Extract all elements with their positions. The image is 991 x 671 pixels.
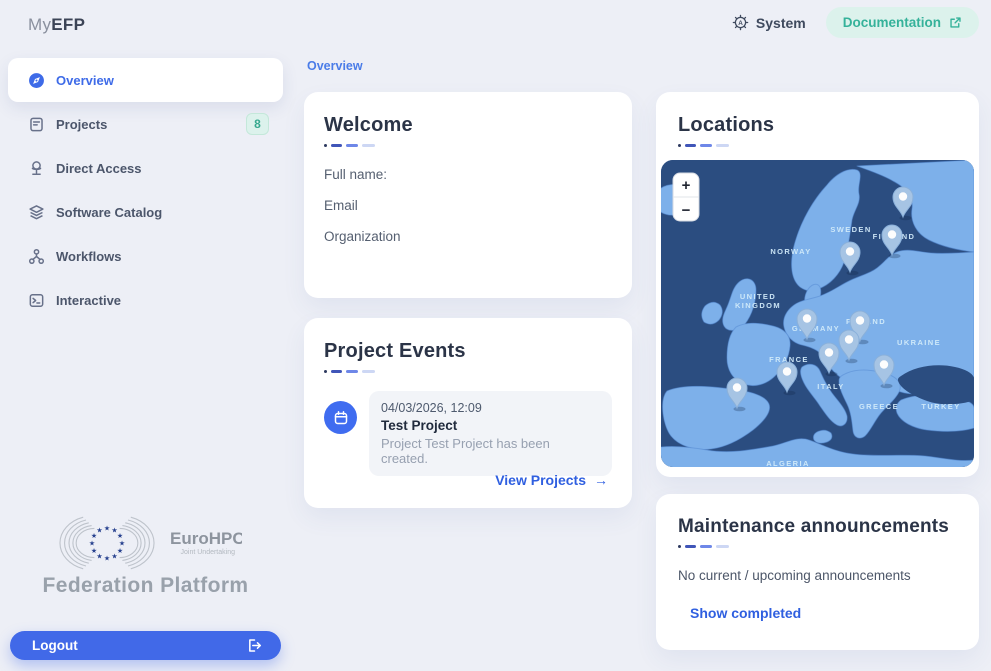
layers-icon	[28, 204, 45, 221]
field-full-name: Full name:	[324, 167, 612, 182]
eurohpc-subtitle: Joint Undertaking	[181, 549, 236, 556]
heading-underline	[324, 144, 612, 147]
show-completed-link[interactable]: Show completed	[690, 605, 801, 621]
map-canvas: SWEDEN NORWAY FINLAND UNITED KINGDOM GER…	[661, 160, 974, 467]
maintenance-card: Maintenance announcements No current / u…	[656, 494, 979, 650]
map-land-sicily	[813, 430, 831, 443]
platform-name: Federation Platform	[0, 574, 291, 598]
svg-text:★: ★	[89, 540, 95, 548]
map-label-greece: GREECE	[859, 402, 899, 411]
logout-label: Logout	[32, 638, 246, 653]
external-link-icon	[949, 16, 962, 29]
arrow-right-icon: →	[594, 472, 608, 488]
star-circle: ★★★ ★★★ ★★★ ★★★	[89, 525, 125, 563]
map-label-ukraine: UKRAINE	[897, 338, 941, 347]
field-organization: Organization	[324, 229, 612, 244]
map-label-kingdom: KINGDOM	[735, 301, 781, 310]
compass-icon	[28, 72, 45, 89]
svg-text:★: ★	[96, 553, 102, 561]
sidebar-item-label: Software Catalog	[56, 205, 162, 220]
map-label-italy: ITALY	[817, 382, 844, 391]
europe-map[interactable]: SWEDEN NORWAY FINLAND UNITED KINGDOM GER…	[661, 160, 974, 467]
terminal-icon	[28, 292, 45, 309]
svg-text:★: ★	[96, 527, 102, 535]
welcome-card: Welcome Full name: Email Organization	[304, 92, 632, 298]
globe-stand-icon	[28, 160, 45, 177]
sidebar-item-label: Workflows	[56, 249, 122, 264]
heading-underline	[678, 545, 959, 548]
locations-title: Locations	[678, 114, 959, 137]
maintenance-empty-message: No current / upcoming announcements	[678, 568, 959, 583]
sidebar-item-label: Interactive	[56, 293, 121, 308]
maintenance-title: Maintenance announcements	[678, 516, 959, 538]
svg-text:★: ★	[91, 547, 97, 555]
event-timestamp: 04/03/2026, 12:09	[381, 401, 600, 415]
svg-text:A: A	[738, 20, 743, 27]
event-description: Project Test Project has been created.	[381, 436, 600, 466]
event-item: 04/03/2026, 12:09 Test Project Project T…	[369, 391, 612, 476]
field-email: Email	[324, 198, 612, 213]
event-project-name: Test Project	[381, 418, 600, 433]
heading-underline	[678, 144, 959, 147]
sidebar-item-label: Overview	[56, 73, 114, 88]
calendar-icon	[324, 401, 357, 434]
breadcrumb[interactable]: Overview	[307, 59, 363, 73]
documentation-label: Documentation	[843, 15, 941, 30]
sidebar-item-software-catalog[interactable]: Software Catalog	[8, 190, 283, 234]
system-label: System	[756, 15, 806, 31]
view-projects-link[interactable]: View Projects →	[495, 472, 608, 488]
map-label-algeria: ALGERIA	[766, 459, 810, 467]
svg-text:★: ★	[104, 555, 110, 563]
map-zoom-control: + −	[673, 173, 699, 221]
document-icon	[28, 116, 45, 133]
myefp-dashboard: MyEFP A System Documentation	[0, 0, 991, 671]
workflow-icon	[28, 248, 45, 265]
eurohpc-wordmark: EuroHPC	[170, 529, 242, 548]
sidebar-item-label: Direct Access	[56, 161, 142, 176]
svg-text:★: ★	[119, 540, 125, 548]
event-row: 04/03/2026, 12:09 Test Project Project T…	[324, 391, 612, 476]
gear-icon: A	[732, 14, 749, 31]
svg-text:★: ★	[104, 525, 110, 533]
welcome-title: Welcome	[324, 114, 612, 137]
svg-text:★: ★	[117, 547, 123, 555]
system-menu-button[interactable]: A System	[732, 14, 806, 31]
projects-count-badge: 8	[246, 113, 269, 135]
svg-text:★: ★	[111, 553, 117, 561]
map-label-sweden: SWEDEN	[830, 225, 871, 234]
zoom-in-button[interactable]: +	[682, 177, 691, 194]
sidebar-item-workflows[interactable]: Workflows	[8, 234, 283, 278]
sidebar-nav: Overview Projects 8 Direct Access	[8, 58, 283, 322]
sidebar-item-direct-access[interactable]: Direct Access	[8, 146, 283, 190]
map-label-united: UNITED	[740, 292, 776, 301]
sidebar-item-interactive[interactable]: Interactive	[8, 278, 283, 322]
zoom-out-button[interactable]: −	[682, 202, 691, 219]
topbar-right: A System Documentation	[732, 7, 979, 38]
heading-underline	[324, 370, 612, 373]
logout-icon	[246, 637, 263, 654]
eurohpc-logo: ★★★ ★★★ ★★★ ★★★ EuroHPC Joint Undertakin…	[52, 513, 242, 573]
logout-button[interactable]: Logout	[10, 631, 281, 660]
sidebar-item-overview[interactable]: Overview	[8, 58, 283, 102]
documentation-button[interactable]: Documentation	[826, 7, 979, 38]
sidebar-item-label: Projects	[56, 117, 235, 132]
project-events-card: Project Events 04/03/2026, 12:09 Test Pr…	[304, 318, 632, 508]
map-label-turkey: TURKEY	[921, 402, 960, 411]
svg-text:★: ★	[117, 532, 123, 540]
project-events-title: Project Events	[324, 340, 612, 363]
map-label-norway: NORWAY	[770, 247, 811, 256]
sidebar: Overview Projects 8 Direct Access	[0, 0, 291, 671]
locations-card: Locations	[656, 92, 979, 477]
view-projects-label: View Projects	[495, 472, 586, 488]
sidebar-item-projects[interactable]: Projects 8	[8, 102, 283, 146]
